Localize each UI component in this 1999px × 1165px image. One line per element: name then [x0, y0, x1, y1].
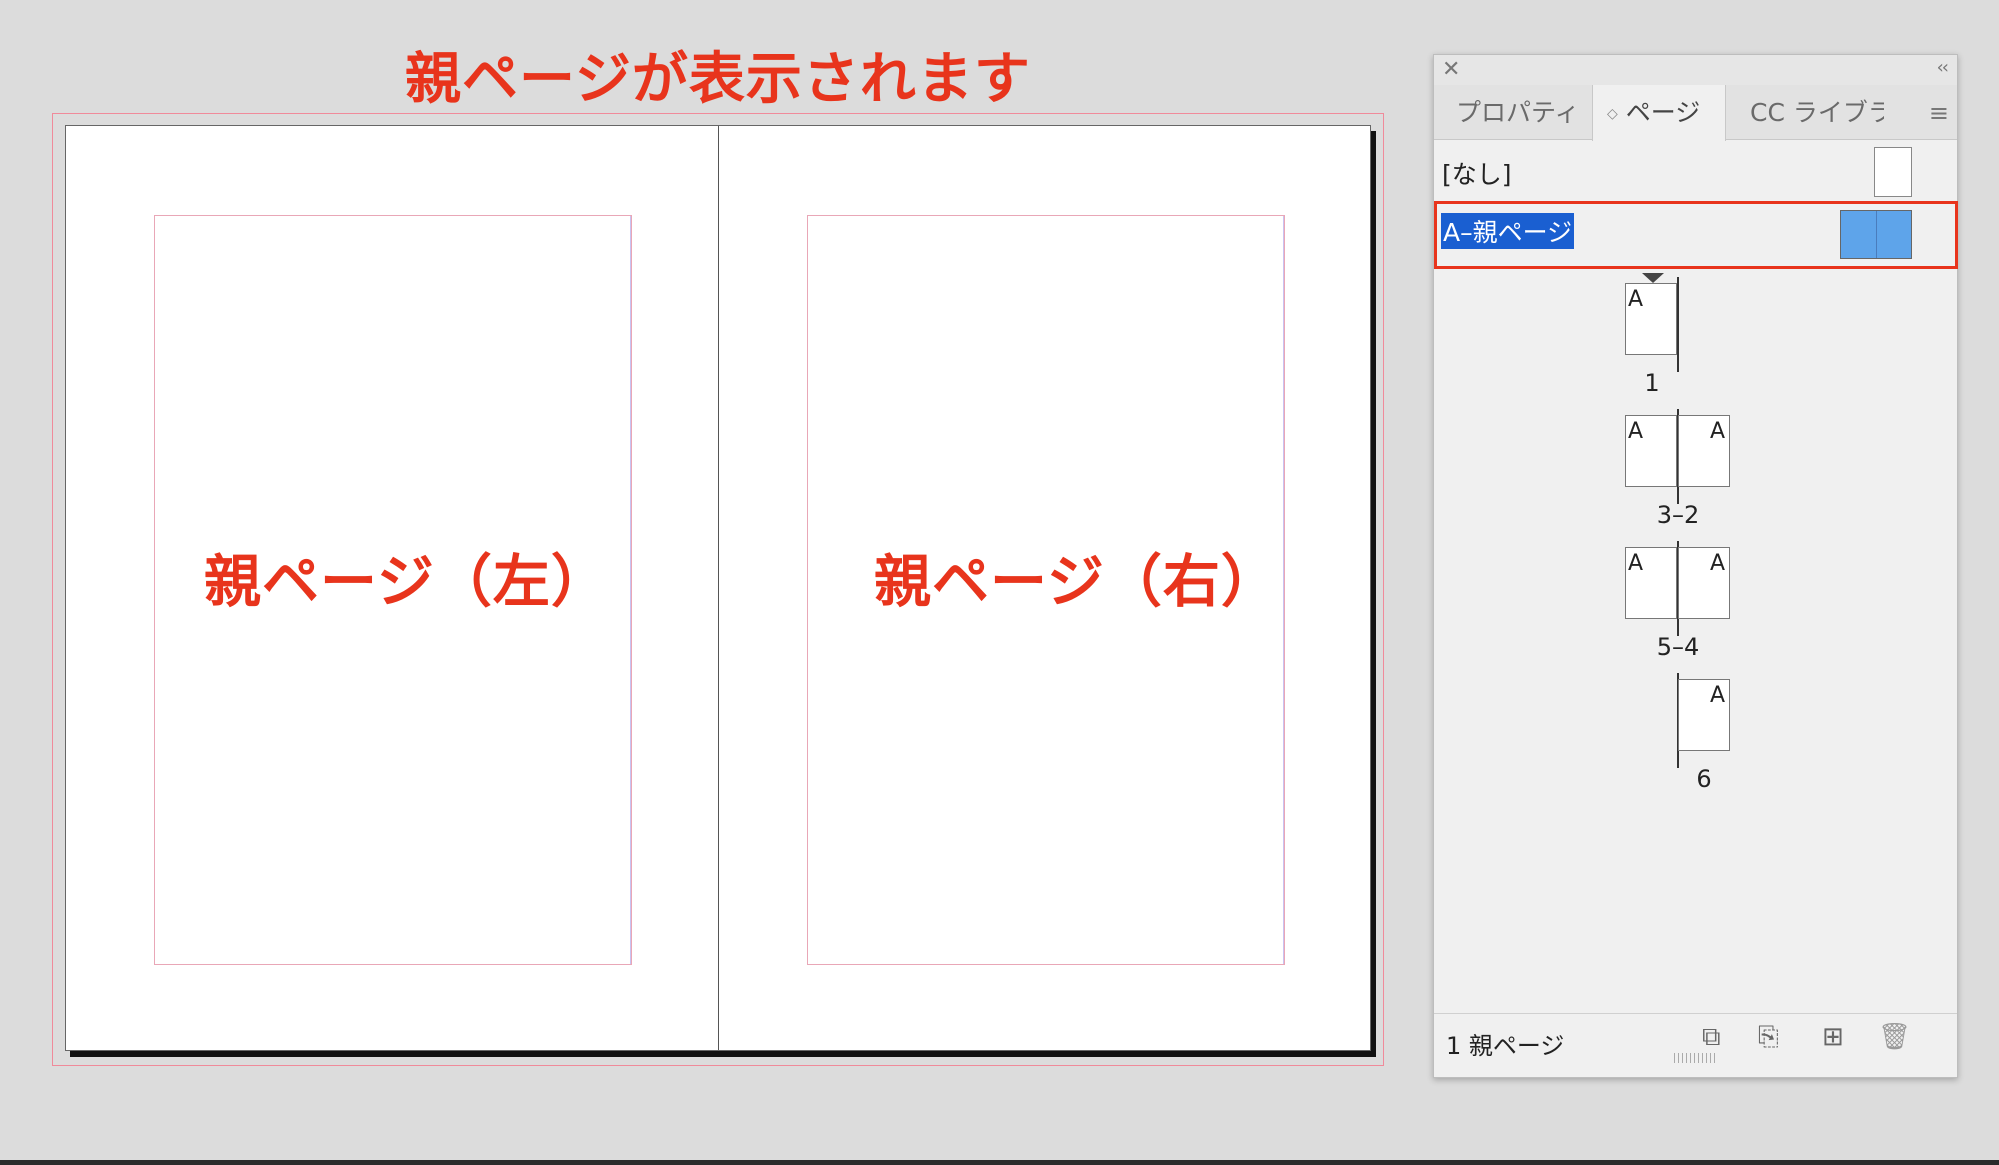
panel-footer: 1 親ページ ⧉ ⎘ ⊞ 🗑: [1434, 1013, 1957, 1065]
parent-item-a[interactable]: A–親ページ: [1434, 201, 1958, 269]
page-thumbnail[interactable]: A: [1678, 547, 1730, 619]
page-parent-letter: A: [1709, 551, 1725, 576]
page-thumbnail[interactable]: A: [1625, 547, 1677, 619]
new-page-icon[interactable]: ⊞: [1822, 1022, 1844, 1052]
page-parent-letter: A: [1709, 419, 1725, 444]
page-parent-letter: A: [1628, 419, 1644, 444]
pages-area: A 1 A A 3–2 A A 5–4 A 6: [1434, 273, 1957, 1013]
right-page-caption: 親ページ（右）: [874, 549, 1279, 615]
page-thumbnail[interactable]: A: [1678, 415, 1730, 487]
move-pages-icon[interactable]: ⎘: [1758, 1022, 1779, 1053]
annotation-caption: 親ページが表示されます: [405, 47, 1031, 112]
parent-a-thumbnail: [1840, 210, 1912, 259]
page-number: 6: [1696, 765, 1712, 793]
bottom-strip: [0, 1160, 1999, 1165]
close-icon[interactable]: ✕: [1442, 57, 1460, 82]
page-thumbnail[interactable]: A: [1625, 283, 1677, 355]
page-thumbnail[interactable]: A: [1678, 679, 1730, 751]
page-thumbnail[interactable]: A: [1625, 415, 1677, 487]
parent-item-none[interactable]: [なし]: [1434, 143, 1957, 203]
resize-grip[interactable]: [1674, 1053, 1716, 1063]
tab-pages[interactable]: ◇ ページ: [1592, 85, 1726, 141]
page-parent-letter: A: [1709, 683, 1725, 708]
page-number: 1: [1644, 369, 1660, 397]
edit-page-size-icon[interactable]: ⧉: [1702, 1022, 1721, 1053]
updown-icon: ◇: [1607, 105, 1618, 122]
page-parent-letter: A: [1628, 551, 1644, 576]
tab-properties[interactable]: プロパティ: [1456, 85, 1584, 140]
none-thumbnail: [1874, 147, 1912, 197]
pages-panel: ✕ ‹‹ プロパティ ◇ ページ CC ライブラ ≡ [なし] A–親ページ A …: [1433, 54, 1958, 1078]
panel-menu-icon[interactable]: ≡: [1929, 99, 1949, 127]
page-number: 3–2: [1656, 501, 1700, 529]
parent-spread[interactable]: 親ページ（左） 親ページ（右）: [65, 125, 1371, 1051]
page-count-status: 1 親ページ: [1446, 1032, 1565, 1060]
panel-titlebar[interactable]: ✕ ‹‹: [1434, 55, 1957, 85]
spread-spine: [718, 126, 719, 1050]
panel-tabbar: プロパティ ◇ ページ CC ライブラ ≡: [1434, 85, 1957, 141]
parent-item-label: A–親ページ: [1441, 213, 1575, 249]
tab-cc-libraries[interactable]: CC ライブラ: [1750, 85, 1884, 140]
page-number: 5–4: [1656, 633, 1700, 661]
trash-icon[interactable]: 🗑: [1878, 1022, 1911, 1052]
left-page-caption: 親ページ（左）: [204, 549, 609, 615]
page-parent-letter: A: [1628, 287, 1644, 312]
collapse-icon[interactable]: ‹‹: [1937, 57, 1949, 78]
spread-spine: [1677, 277, 1679, 372]
current-page-marker-icon: [1642, 273, 1664, 283]
parent-item-label: [なし]: [1442, 160, 1512, 189]
tab-pages-label: ページ: [1625, 98, 1701, 127]
